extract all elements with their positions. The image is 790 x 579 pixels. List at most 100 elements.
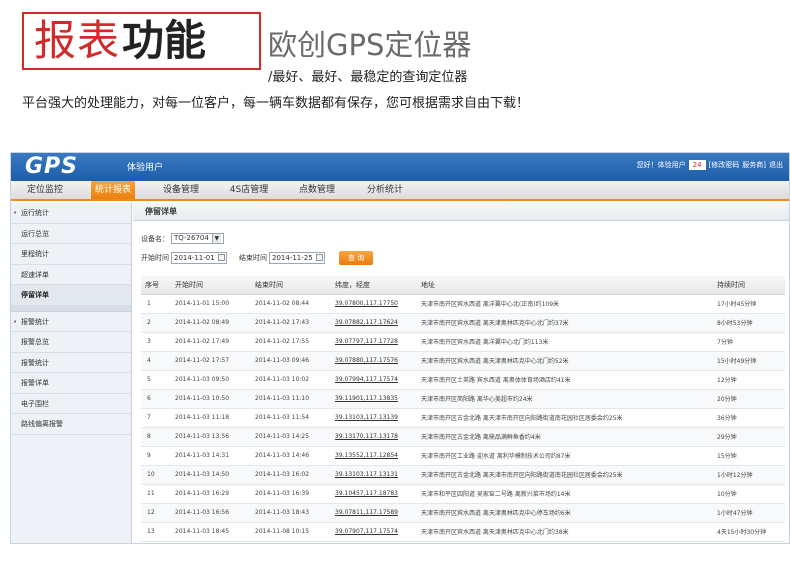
change-password-link[interactable]: [修改密码 [709, 160, 740, 170]
panel-title: 停留详单 [133, 203, 789, 221]
calendar-icon[interactable] [218, 254, 225, 261]
table-row[interactable]: 1 2014-11-01 15:00 2014-11-02 08:44 39.0780… [141, 294, 785, 314]
cell-coordinates[interactable]: 39.07880,117.17576 [331, 351, 417, 371]
sidebar-item-geofence[interactable]: 电子围栏 [11, 394, 131, 414]
message-count-badge[interactable]: 24 [688, 160, 706, 170]
query-button[interactable]: 查 询 [339, 251, 373, 265]
sidebar-item-run-stats[interactable]: 运行统计 [11, 203, 131, 224]
cell-address: 天津市和平区四阳道 吴家窑二号路 离新兴菜市场约14米 [417, 484, 713, 504]
table-row[interactable]: 9 2014-11-03 14:31 2014-11-03 14:46 39.1355… [141, 446, 785, 466]
device-select[interactable]: TQ-26704 ▼ [171, 233, 224, 244]
cell-start-time: 2014-11-03 14:31 [171, 446, 251, 466]
cell-end-time: 2014-11-03 11:54 [251, 408, 331, 428]
cell-end-time: 2014-11-03 09:46 [251, 351, 331, 371]
sidebar-item-alarm-stats[interactable]: 报警统计 [11, 353, 131, 373]
table-row[interactable]: 6 2014-11-03 10:50 2014-11-03 11:10 39.1190… [141, 389, 785, 409]
cell-coordinates[interactable]: 39.13103,117.13131 [331, 465, 417, 485]
sidebar-item-alarm-stats-group[interactable]: 报警统计 [11, 312, 131, 332]
device-filter-row: 设备名： TQ-26704 ▼ [141, 233, 224, 244]
table-row[interactable]: 4 2014-11-02 17:57 2014-11-03 09:46 39.0788… [141, 351, 785, 371]
sidebar-item-route-deviation-alarm[interactable]: 路线偏离报警 [11, 414, 131, 435]
end-date-input[interactable]: 2014-11-25 [269, 252, 325, 264]
cell-coordinates[interactable]: 39.07797,117.17728 [331, 332, 417, 352]
tab-location-monitor[interactable]: 定位监控 [17, 181, 73, 199]
col-header-duration[interactable]: 持续时间 [713, 276, 785, 295]
table-row[interactable]: 7 2014-11-03 11:18 2014-11-03 11:54 39.1310… [141, 408, 785, 428]
cell-duration: 36分钟 [713, 408, 785, 428]
sidebar-item-alarm-overview[interactable]: 报警总览 [11, 332, 131, 353]
cell-duration: 12分钟 [713, 370, 785, 390]
cell-coordinates[interactable]: 39.13552,117.12854 [331, 446, 417, 466]
table-row[interactable]: 2 2014-11-02 08:49 2014-11-02 17:43 39.0788… [141, 313, 785, 333]
start-date-input[interactable]: 2014-11-01 [171, 252, 227, 264]
col-header-start-time[interactable]: 开始时间 [171, 276, 251, 295]
tab-device-management[interactable]: 设备管理 [159, 181, 203, 199]
cell-coordinates[interactable]: 39.07882,117.17624 [331, 313, 417, 333]
cell-coordinates[interactable]: 39.13170,117.13178 [331, 427, 417, 447]
cell-index: 5 [141, 370, 171, 390]
table-row[interactable]: 10 2014-11-03 14:50 2014-11-03 16:02 39.131… [141, 465, 785, 485]
cell-start-time: 2014-11-03 16:56 [171, 503, 251, 523]
sidebar-item-speeding-detail[interactable]: 超速详单 [11, 265, 131, 285]
sidebar-item-stop-detail[interactable]: 停留详单 [11, 285, 131, 306]
cell-address: 天津市南开区宾水西道 离天津奥林匹克中心停车场约6米 [417, 503, 713, 523]
cell-duration: 10分钟 [713, 484, 785, 504]
logout-link[interactable]: 退出 [769, 160, 783, 170]
cell-index: 3 [141, 332, 171, 352]
cell-coordinates[interactable]: 39.07800,117.17750 [331, 294, 417, 314]
gps-logo: GPS [25, 154, 79, 179]
table-body: 1 2014-11-01 15:00 2014-11-02 08:44 39.0780… [141, 294, 785, 542]
cell-index: 6 [141, 389, 171, 409]
table-row[interactable]: 8 2014-11-03 13:56 2014-11-03 14:25 39.1317… [141, 427, 785, 447]
cell-index: 4 [141, 351, 171, 371]
cell-start-time: 2014-11-02 17:57 [171, 351, 251, 371]
cell-start-time: 2014-11-03 16:29 [171, 484, 251, 504]
cell-address: 天津市南开区工业路 迎水道 离利华模制技术公司约87米 [417, 446, 713, 466]
cell-coordinates[interactable]: 39.11901,117.13835 [331, 389, 417, 409]
cell-coordinates[interactable]: 39.07811,117.17589 [331, 503, 417, 523]
cell-duration: 17小时45分钟 [713, 294, 785, 314]
stop-detail-table: 序号 开始时间 结束时间 纬度，经度 地址 持续时间 1 2014-11-01 1… [141, 276, 785, 542]
chevron-down-icon: ▼ [211, 234, 221, 243]
promo-title-part-b: 功能 [122, 16, 207, 65]
calendar-icon[interactable] [316, 254, 323, 261]
cell-coordinates[interactable]: 39.13103,117.13139 [331, 408, 417, 428]
table-row[interactable]: 13 2014-11-03 18:45 2014-11-08 10:15 39.079… [141, 522, 785, 542]
current-user-label: 体验用户 [127, 163, 164, 173]
cell-end-time: 2014-11-03 11:10 [251, 389, 331, 409]
service-provider-link[interactable]: 服务商] [742, 160, 766, 170]
tab-statistics-report[interactable]: 统计报表 [91, 181, 135, 199]
cell-index: 1 [141, 294, 171, 314]
sidebar-item-alarm-detail[interactable]: 报警详单 [11, 373, 131, 394]
cell-end-time: 2014-11-03 16:39 [251, 484, 331, 504]
cell-address: 天津市南开区宾水西道 离天津奥林匹克中心北门约37米 [417, 313, 713, 333]
col-header-index[interactable]: 序号 [141, 276, 171, 295]
cell-coordinates[interactable]: 39.07994,117.17574 [331, 370, 417, 390]
col-header-address[interactable]: 地址 [417, 276, 713, 295]
tab-analysis-statistics[interactable]: 分析统计 [363, 181, 407, 199]
cell-address: 天津市南开区宾水西道 离天津奥林匹克中心北门约52米 [417, 351, 713, 371]
sidebar-item-mileage-stats[interactable]: 里程统计 [11, 244, 131, 265]
col-header-lat-lng[interactable]: 纬度，经度 [331, 276, 417, 295]
cell-end-time: 2014-11-02 17:55 [251, 332, 331, 352]
tab-4s-store-management[interactable]: 4S店管理 [225, 181, 273, 199]
table-header-row: 序号 开始时间 结束时间 纬度，经度 地址 持续时间 [141, 276, 785, 295]
cell-address: 天津市南开区古金北路 离天津市南开区向阳路街道南花园社区居委会约25米 [417, 465, 713, 485]
promo-tagline: /最好、最好、最稳定的查询定位器 [268, 70, 468, 85]
table-row[interactable]: 11 2014-11-03 16:29 2014-11-03 16:39 39.104… [141, 484, 785, 504]
sidebar-item-run-overview[interactable]: 运行总览 [11, 224, 131, 244]
cell-start-time: 2014-11-03 18:45 [171, 522, 251, 542]
cell-index: 9 [141, 446, 171, 466]
table-row[interactable]: 5 2014-11-03 09:50 2014-11-03 10:02 39.0799… [141, 370, 785, 390]
col-header-end-time[interactable]: 结束时间 [251, 276, 331, 295]
start-time-label: 开始时间 [141, 254, 169, 262]
tab-points-management[interactable]: 点数管理 [295, 181, 339, 199]
table-row[interactable]: 12 2014-11-03 16:56 2014-11-03 18:43 39.078… [141, 503, 785, 523]
cell-coordinates[interactable]: 39.10457,117.18783 [331, 484, 417, 504]
top-bar: GPS 体验用户 您好！体验用户 24 [修改密码 服务商] 退出 [11, 153, 789, 181]
table-row[interactable]: 3 2014-11-02 17:49 2014-11-02 17:55 39.0779… [141, 332, 785, 352]
user-area: 您好！体验用户 24 [修改密码 服务商] 退出 [637, 160, 783, 170]
cell-coordinates[interactable]: 39.07907,117.17574 [331, 522, 417, 542]
cell-address: 天津市南开区士英路 宾水西道 离奥体体育场酒店约41米 [417, 370, 713, 390]
cell-duration: 1小时12分钟 [713, 465, 785, 485]
